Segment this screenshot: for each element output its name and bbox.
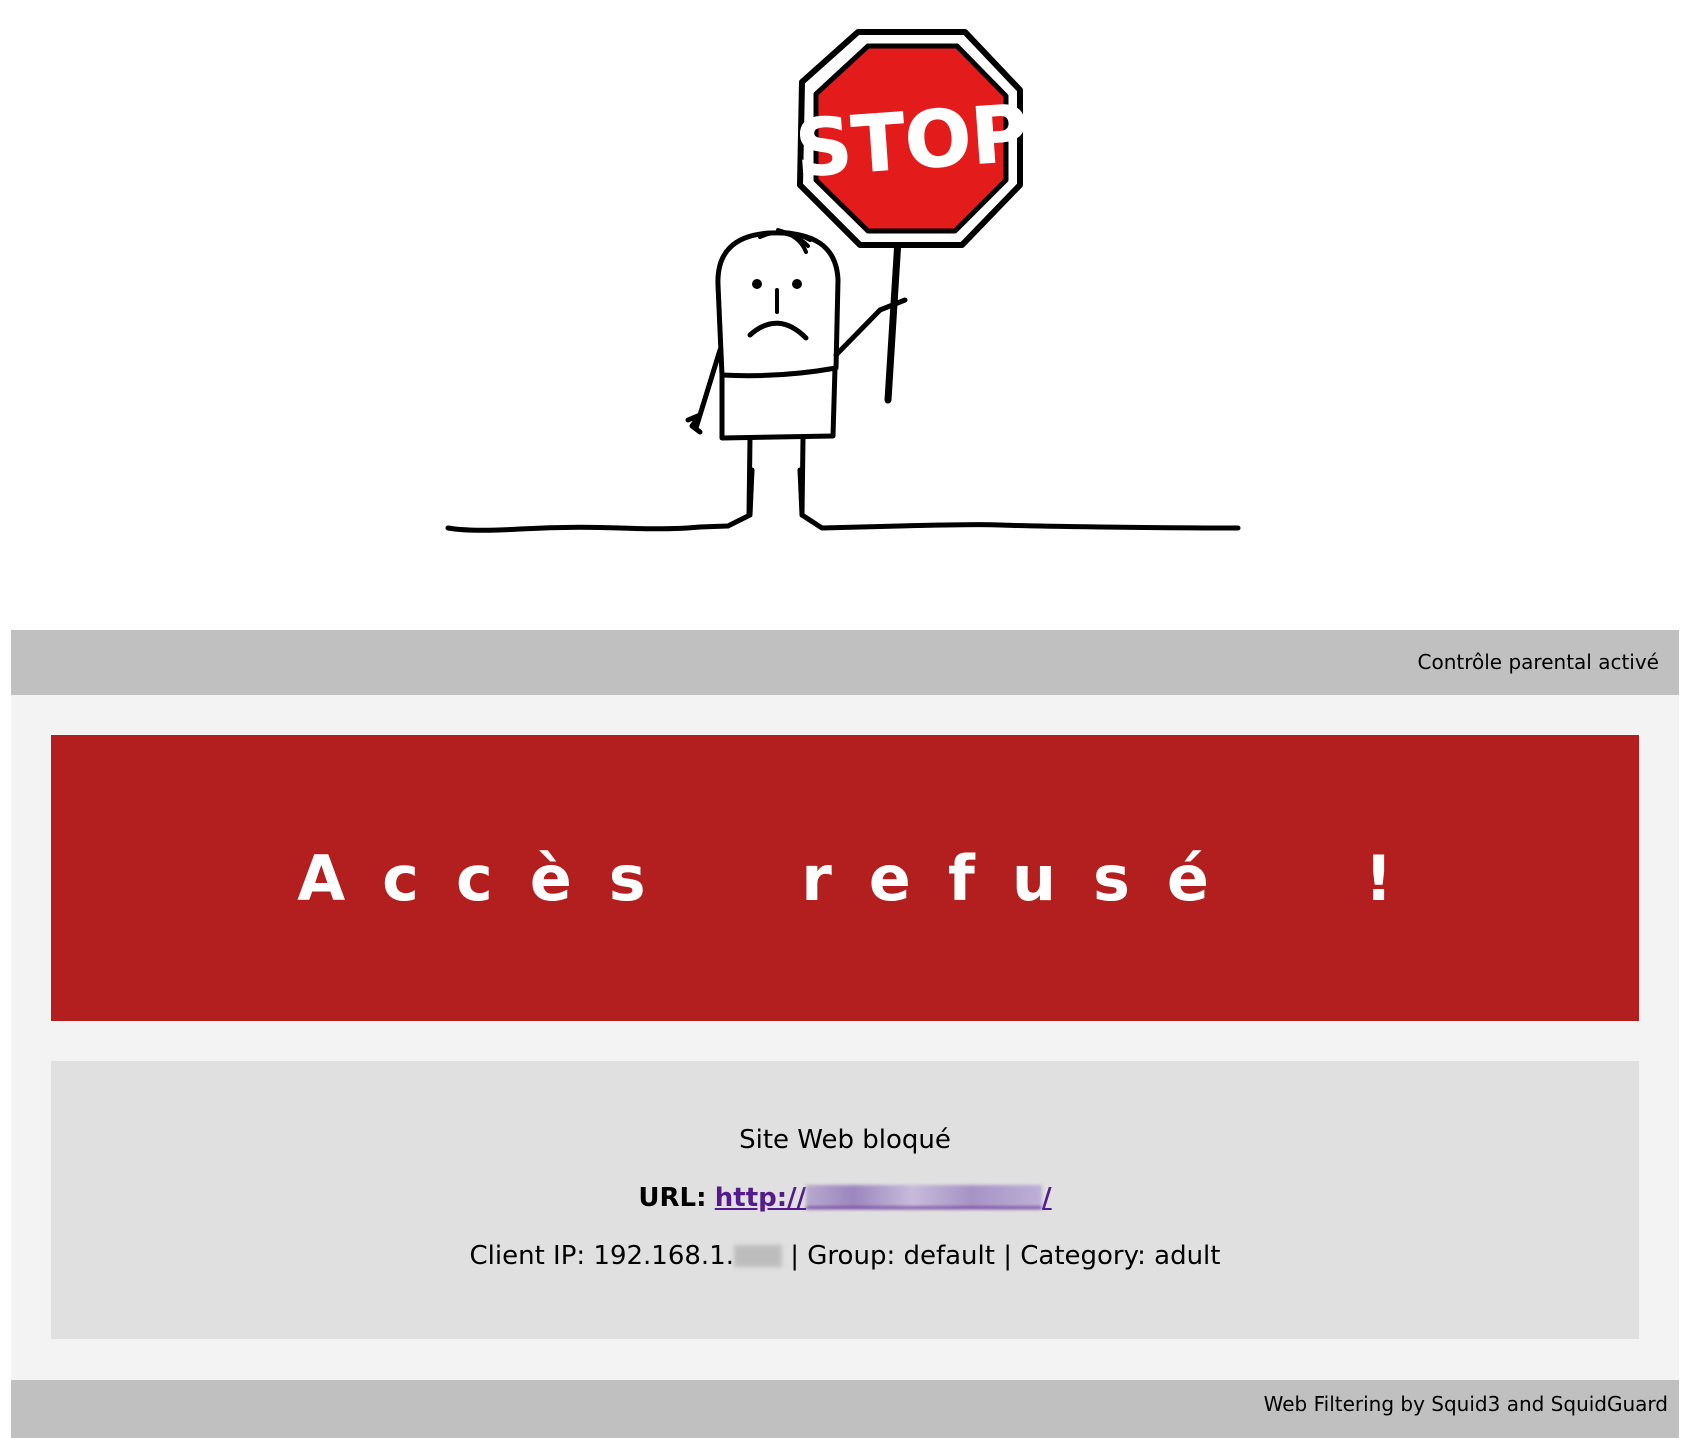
blocked-heading: Site Web bloqué [739, 1125, 951, 1155]
url-label: URL: [638, 1183, 707, 1213]
parental-control-status: Contrôle parental activé [1417, 650, 1659, 674]
redacted-domain [806, 1185, 1043, 1209]
footer-bar: Web Filtering by Squid3 and SquidGuard [11, 1380, 1679, 1438]
figure-left-eye [752, 279, 762, 289]
footer-credit: Web Filtering by Squid3 and SquidGuard [1263, 1392, 1668, 1416]
client-info-line: Client IP: 192.168.1. | Group: default |… [51, 1241, 1639, 1271]
figure-left-arm [685, 347, 723, 435]
figure-legs [746, 435, 806, 518]
url-prefix: http:// [714, 1183, 807, 1213]
ground-line [445, 467, 1241, 533]
figure-body [719, 367, 838, 441]
stop-sign-text: STOP [793, 89, 1032, 195]
access-denied-banner: Accès refusé ! [51, 735, 1639, 1021]
sign-pole [884, 236, 902, 404]
url-line: URL: http:// / [51, 1183, 1639, 1213]
client-ip-prefix: Client IP: 192.168.1. [469, 1241, 735, 1271]
client-info-suffix: | Group: default | Category: adult [782, 1241, 1221, 1271]
blocked-url-link[interactable]: http:// / [715, 1183, 1052, 1213]
top-status-bar: Contrôle parental activé [11, 630, 1679, 695]
stop-sign-illustration: STOP [445, 29, 1241, 533]
blocked-info-box: Site Web bloqué URL: http:// / Client IP:… [51, 1061, 1639, 1339]
main-panel: Accès refusé ! Site Web bloqué URL: http… [11, 695, 1679, 1380]
figure-right-eye [792, 279, 802, 289]
banner-title: Accès refusé ! [297, 841, 1430, 915]
url-suffix: / [1042, 1183, 1052, 1213]
redacted-ip-octet [734, 1245, 782, 1267]
